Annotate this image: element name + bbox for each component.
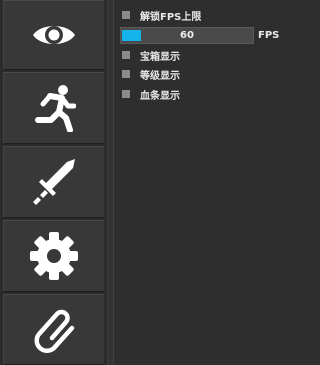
level-display-option[interactable]: 等级显示 (122, 67, 180, 82)
chest-display-label: 宝箱显示 (140, 51, 180, 63)
gear-icon (28, 230, 80, 282)
paperclip-icon (29, 304, 79, 356)
health-display-option[interactable]: 血条显示 (122, 87, 180, 102)
nav-tile-movement[interactable] (3, 72, 104, 144)
nav-tile-visuals[interactable] (3, 0, 104, 70)
fps-unit-label: FPS (258, 30, 280, 41)
unlock-fps-label: 解锁FPS上限 (140, 11, 202, 23)
chest-display-option[interactable]: 宝箱显示 (122, 48, 180, 63)
options-panel: 解锁FPS上限 60 FPS 宝箱显示 等级显示 血条显示 (115, 0, 318, 365)
nav-tile-combat[interactable] (3, 146, 104, 218)
running-man-icon (32, 84, 76, 132)
level-display-checkbox[interactable] (122, 70, 130, 78)
nav-tile-misc[interactable] (3, 294, 104, 365)
eye-icon (31, 20, 77, 50)
health-display-label: 血条显示 (140, 90, 180, 102)
chest-display-checkbox[interactable] (122, 51, 130, 59)
sword-icon (29, 156, 79, 208)
unlock-fps-checkbox[interactable] (122, 11, 130, 19)
health-display-checkbox[interactable] (122, 90, 130, 98)
sidebar-divider (108, 0, 114, 365)
fps-slider-value: 60 (180, 30, 194, 41)
level-display-label: 等级显示 (140, 70, 180, 82)
fps-slider[interactable]: 60 (120, 27, 254, 44)
sidebar (0, 0, 108, 365)
unlock-fps-option[interactable]: 解锁FPS上限 (122, 8, 202, 23)
nav-tile-settings[interactable] (3, 220, 104, 292)
